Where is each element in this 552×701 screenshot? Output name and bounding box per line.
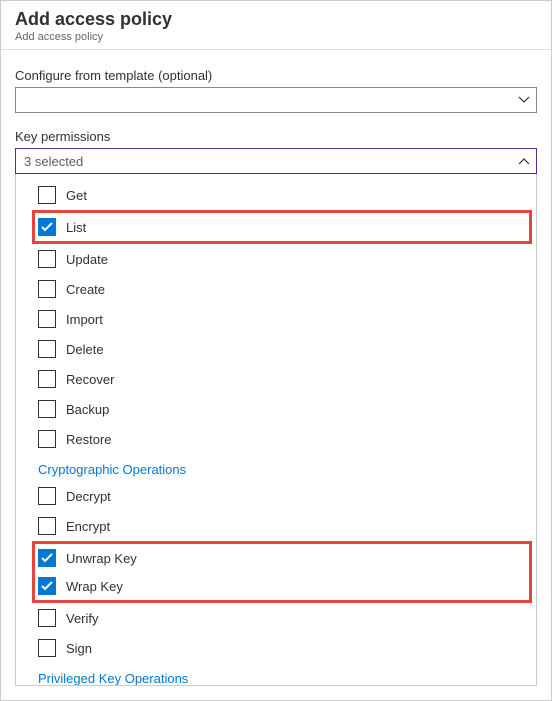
page-title: Add access policy: [15, 9, 537, 30]
checkbox[interactable]: [38, 218, 56, 236]
permission-option[interactable]: Delete: [16, 334, 536, 364]
permission-option[interactable]: List: [35, 213, 529, 241]
checkbox[interactable]: [38, 487, 56, 505]
options-scroll[interactable]: Get List Update Create Import Delete Recover Ba…: [16, 174, 536, 685]
checkbox[interactable]: [38, 609, 56, 627]
highlight-annotation: Unwrap Key Wrap Key: [32, 541, 532, 603]
permission-option-label: Sign: [66, 641, 92, 656]
checkbox[interactable]: [38, 250, 56, 268]
permissions-group-header: Privileged Key Operations: [16, 663, 536, 685]
key-permissions-label: Key permissions: [15, 129, 537, 144]
checkbox[interactable]: [38, 400, 56, 418]
permission-option[interactable]: Wrap Key: [35, 572, 529, 600]
permission-option[interactable]: Get: [16, 180, 536, 210]
permission-option[interactable]: Recover: [16, 364, 536, 394]
key-permissions-dropdown: Get List Update Create Import Delete Recover Ba…: [15, 174, 537, 686]
permission-option-label: Restore: [66, 432, 112, 447]
permission-option[interactable]: Unwrap Key: [35, 544, 529, 572]
permission-option[interactable]: Backup: [16, 394, 536, 424]
checkbox[interactable]: [38, 639, 56, 657]
permission-option[interactable]: Create: [16, 274, 536, 304]
permission-option-label: Unwrap Key: [66, 551, 137, 566]
checkbox[interactable]: [38, 310, 56, 328]
template-select[interactable]: [15, 87, 537, 113]
permission-option-label: Create: [66, 282, 105, 297]
permission-option[interactable]: Restore: [16, 424, 536, 454]
permission-option[interactable]: Update: [16, 244, 536, 274]
key-permissions-select[interactable]: 3 selected: [15, 148, 537, 174]
permission-option[interactable]: Encrypt: [16, 511, 536, 541]
template-label: Configure from template (optional): [15, 68, 537, 83]
chevron-up-icon: [518, 157, 530, 165]
permissions-group-header: Cryptographic Operations: [16, 454, 536, 481]
permission-option-label: Delete: [66, 342, 104, 357]
page-subtitle: Add access policy: [15, 31, 537, 43]
checkbox[interactable]: [38, 340, 56, 358]
permission-option-label: Get: [66, 188, 87, 203]
chevron-down-icon: [518, 96, 530, 104]
checkbox[interactable]: [38, 430, 56, 448]
permission-option[interactable]: Verify: [16, 603, 536, 633]
checkbox[interactable]: [38, 186, 56, 204]
checkbox[interactable]: [38, 577, 56, 595]
permission-option[interactable]: Sign: [16, 633, 536, 663]
checkbox[interactable]: [38, 549, 56, 567]
highlight-annotation: List: [32, 210, 532, 244]
checkbox[interactable]: [38, 370, 56, 388]
checkbox[interactable]: [38, 517, 56, 535]
permission-option[interactable]: Import: [16, 304, 536, 334]
permission-option[interactable]: Decrypt: [16, 481, 536, 511]
permission-option-label: List: [66, 220, 86, 235]
content-area: Configure from template (optional) Key p…: [1, 50, 551, 696]
checkbox[interactable]: [38, 280, 56, 298]
permission-option-label: Decrypt: [66, 489, 111, 504]
permission-option-label: Wrap Key: [66, 579, 123, 594]
page-header: Add access policy Add access policy: [1, 1, 551, 50]
permission-option-label: Update: [66, 252, 108, 267]
permission-option-label: Encrypt: [66, 519, 110, 534]
permission-option-label: Backup: [66, 402, 109, 417]
permission-option-label: Recover: [66, 372, 114, 387]
permission-option-label: Verify: [66, 611, 99, 626]
permission-option-label: Import: [66, 312, 103, 327]
key-permissions-summary: 3 selected: [24, 154, 83, 169]
